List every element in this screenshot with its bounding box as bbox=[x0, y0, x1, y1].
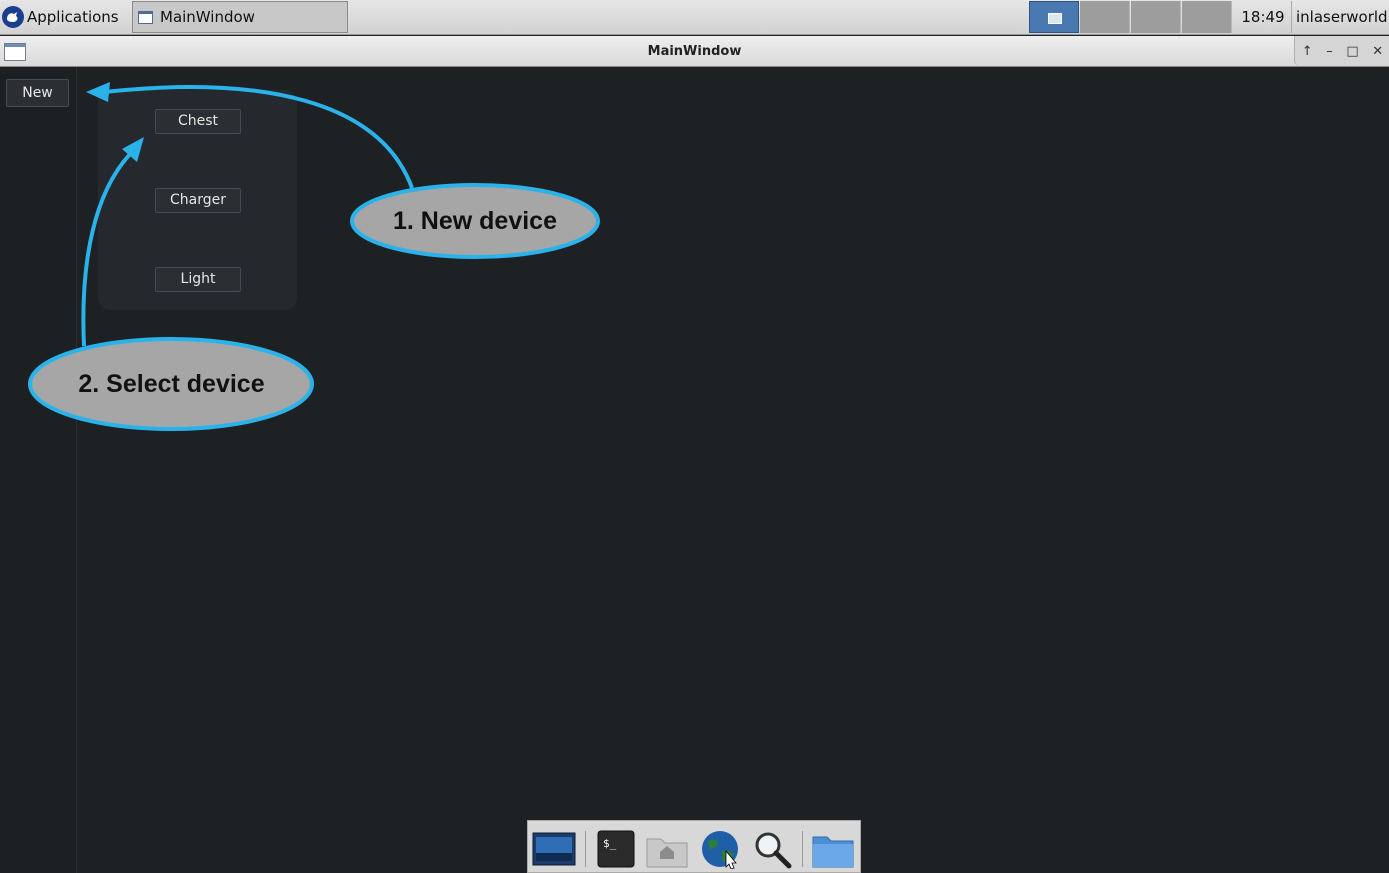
callout-new-device: 1. New device bbox=[393, 206, 557, 235]
terminal-icon[interactable]: $_ bbox=[594, 829, 638, 869]
screen-icon[interactable] bbox=[532, 829, 576, 869]
home-folder-icon[interactable] bbox=[645, 829, 689, 869]
svg-text:$_: $_ bbox=[603, 837, 617, 850]
web-browser-icon[interactable] bbox=[698, 829, 742, 870]
dock-separator bbox=[802, 831, 803, 867]
annotation-layer bbox=[28, 82, 600, 431]
arrow-to-devices bbox=[81, 150, 134, 347]
folder-icon[interactable] bbox=[811, 829, 855, 869]
dock-separator bbox=[585, 831, 586, 867]
arrowhead-new bbox=[86, 82, 110, 102]
arrow-to-new bbox=[104, 85, 414, 189]
callout-select-device: 2. Select device bbox=[78, 370, 265, 398]
dock: $_ bbox=[527, 820, 861, 873]
search-icon[interactable] bbox=[750, 829, 794, 869]
